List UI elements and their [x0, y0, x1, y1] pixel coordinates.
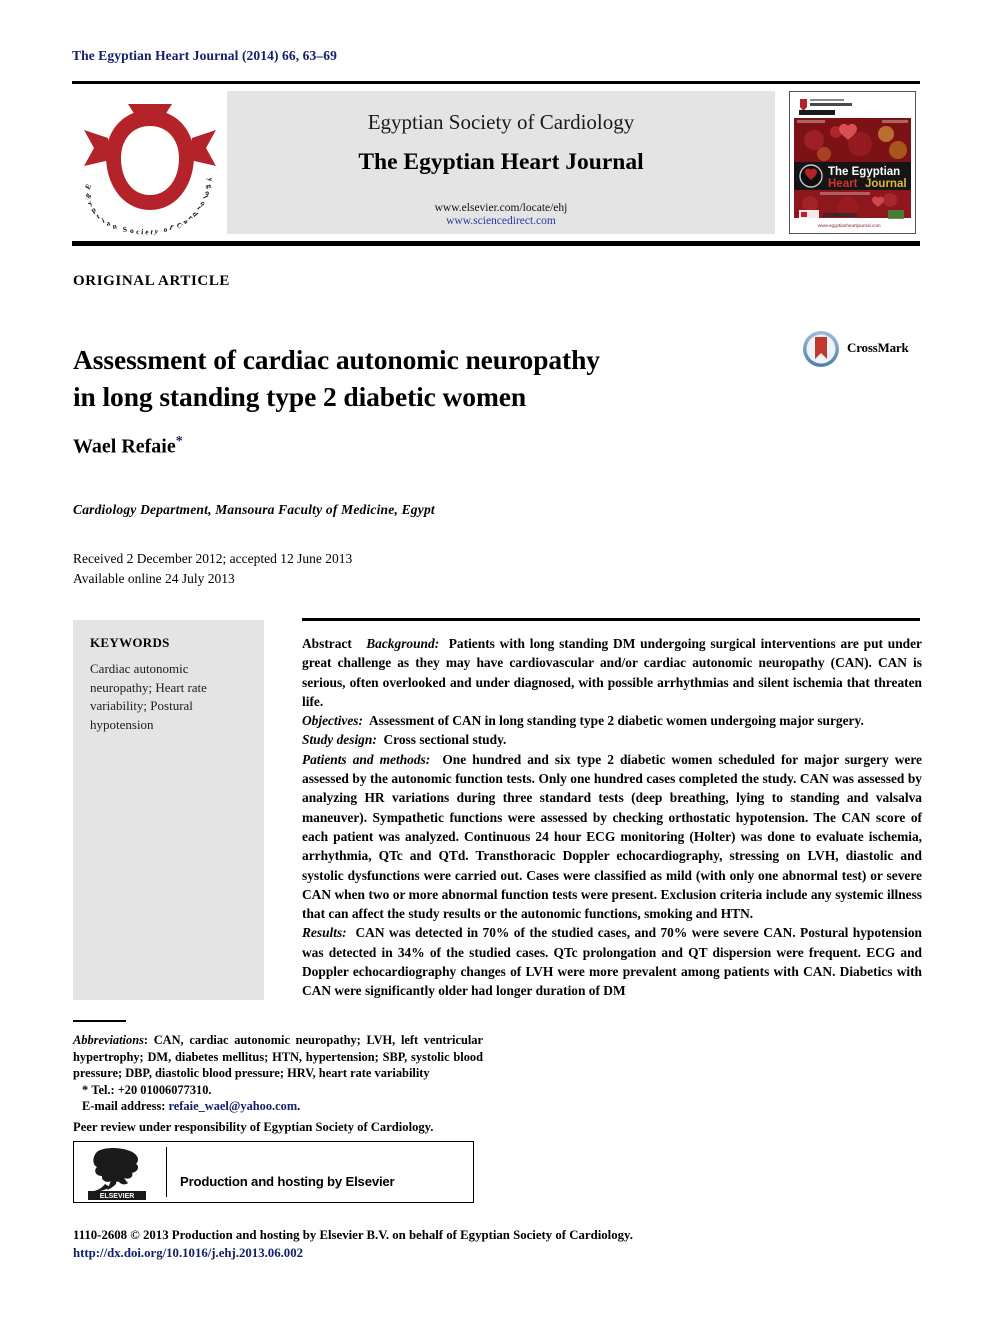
abstract-objectives-text: Assessment of CAN in long standing type …: [368, 713, 864, 729]
author-affiliation: Cardiology Department, Mansoura Faculty …: [73, 502, 435, 517]
email-link[interactable]: refaie_wael@yahoo.com: [169, 1099, 298, 1113]
elsevier-production-box: ELSEVIER Production and hosting by Elsev…: [73, 1141, 474, 1203]
abstract-study-design-text: Cross sectional study.: [383, 732, 507, 748]
abstract-top-rule: [302, 618, 920, 621]
keywords-list: Cardiac autonomic neuropathy; Heart rate…: [90, 661, 207, 732]
svg-text:www.egyptianheartjournal.com: www.egyptianheartjournal.com: [818, 223, 881, 228]
society-logo-icon: E g y p t i a n S o c i e t y o f C a r …: [78, 90, 222, 236]
abstract-results: Results: CAN was detected in 70% of the …: [302, 923, 922, 1000]
svg-text:i: i: [141, 227, 144, 236]
masthead-sciencedirect-url[interactable]: www.sciencedirect.com: [227, 215, 775, 227]
svg-text:o: o: [198, 200, 208, 208]
svg-text:ELSEVIER: ELSEVIER: [100, 1193, 135, 1200]
copyright-line: 1110-2608 © 2013 Production and hosting …: [73, 1228, 633, 1242]
abstract-study-design: Study design: Cross sectional study.: [302, 730, 922, 749]
abbreviations-label: Abbreviations: [73, 1033, 144, 1047]
svg-text:S: S: [122, 225, 127, 234]
copyright-block: 1110-2608 © 2013 Production and hosting …: [73, 1226, 713, 1262]
abstract-results-text: CAN was detected in 70% of the studied c…: [302, 925, 923, 999]
peer-review-note: Peer review under responsibility of Egyp…: [73, 1120, 434, 1134]
email-note: E-mail address: refaie_wael@yahoo.com.: [82, 1099, 301, 1114]
abstract-label: Abstract: [302, 636, 352, 651]
doi-link[interactable]: http://dx.doi.org/10.1016/j.ehj.2013.06.…: [73, 1244, 713, 1262]
article-dates: Received 2 December 2012; accepted 12 Ju…: [73, 549, 352, 589]
journal-masthead: E g y p t i a n S o c i e t y o f C a r …: [72, 88, 920, 238]
keywords-box: KEYWORDS Cardiac autonomic neuropathy; H…: [73, 620, 264, 1000]
abstract-objectives-label: Objectives:: [302, 713, 363, 729]
svg-text:y: y: [153, 226, 159, 236]
received-date: Received 2 December 2012; accepted 12 Ju…: [73, 551, 353, 566]
page-title: Assessment of cardiac autonomic neuropat…: [73, 341, 773, 415]
email-label: E-mail address:: [82, 1099, 166, 1114]
svg-text:E: E: [83, 182, 93, 191]
svg-text:n: n: [112, 221, 119, 231]
masthead-top-rule: [72, 81, 920, 84]
masthead-journal-title: The Egyptian Heart Journal: [358, 149, 644, 175]
abstract-methods-text: One hundred and six type 2 diabetic wome…: [302, 751, 922, 922]
abstract-methods: Patients and methods: One hundred and si…: [302, 750, 922, 924]
title-line-2: in long standing type 2 diabetic women: [73, 381, 527, 413]
author-name: Wael Refaie*: [73, 434, 183, 459]
svg-text:g: g: [205, 183, 215, 189]
abstract-background-label: Background:: [366, 636, 440, 651]
article-kicker: ORIGINAL ARTICLE: [73, 273, 231, 289]
elsevier-logo-icon: ELSEVIER: [86, 1146, 152, 1200]
svg-text:y: y: [206, 177, 215, 182]
crossmark-icon: [802, 330, 840, 373]
masthead-society-name: Egyptian Society of Cardiology: [367, 110, 635, 134]
svg-text:Journal: Journal: [865, 178, 907, 190]
svg-text:The Egyptian: The Egyptian: [828, 166, 900, 178]
abbreviations-note: Abbreviations: CAN, cardiac autonomic ne…: [73, 1032, 483, 1082]
abstract-study-design-label: Study design:: [302, 732, 377, 748]
masthead-bottom-rule: [72, 241, 920, 246]
tel-note: * Tel.: +20 01006077310.: [73, 1082, 483, 1099]
elsevier-box-divider: [166, 1147, 167, 1197]
crossmark-badge[interactable]: CrossMark: [802, 330, 920, 368]
crossmark-label: CrossMark: [847, 340, 909, 355]
abstract-background: Abstract Background: Patients with long …: [302, 634, 922, 711]
article-page: The Egyptian Heart Journal (2014) 66, 63…: [0, 0, 992, 1323]
abstract-objectives: Objectives: Assessment of CAN in long st…: [302, 711, 922, 730]
svg-text:Heart: Heart: [828, 178, 858, 190]
tel-text: Tel.: +20 01006077310.: [91, 1082, 212, 1097]
elsevier-production-text: Production and hosting by Elsevier: [180, 1174, 395, 1189]
svg-text:c: c: [136, 227, 140, 236]
running-head: The Egyptian Heart Journal (2014) 66, 63…: [72, 48, 337, 63]
journal-cover-thumbnail: The Egyptian Heart Journal www.egyptianh…: [789, 91, 916, 234]
abstract-results-label: Results:: [302, 925, 347, 941]
svg-text:o: o: [130, 226, 134, 235]
masthead-elsevier-url[interactable]: www.elsevier.com/locate/ehj: [227, 202, 775, 214]
tel-footnote-marker: *: [82, 1082, 89, 1097]
footnote-rule: [73, 1020, 126, 1022]
keywords-heading: KEYWORDS: [90, 635, 170, 650]
svg-text:f: f: [168, 223, 175, 232]
author-footnote-marker[interactable]: *: [176, 434, 183, 449]
title-line-1: Assessment of cardiac autonomic neuropat…: [73, 344, 600, 376]
abstract-body: Abstract Background: Patients with long …: [302, 634, 922, 1001]
available-online-date: Available online 24 July 2013: [73, 571, 235, 586]
masthead-center-panel: Egyptian Society of Cardiology The Egypt…: [227, 91, 775, 234]
abstract-methods-label: Patients and methods:: [302, 751, 431, 767]
svg-text:a: a: [105, 218, 111, 228]
author-label: Wael Refaie: [73, 435, 176, 458]
footnotes-block: Abbreviations: CAN, cardiac autonomic ne…: [73, 1032, 483, 1115]
